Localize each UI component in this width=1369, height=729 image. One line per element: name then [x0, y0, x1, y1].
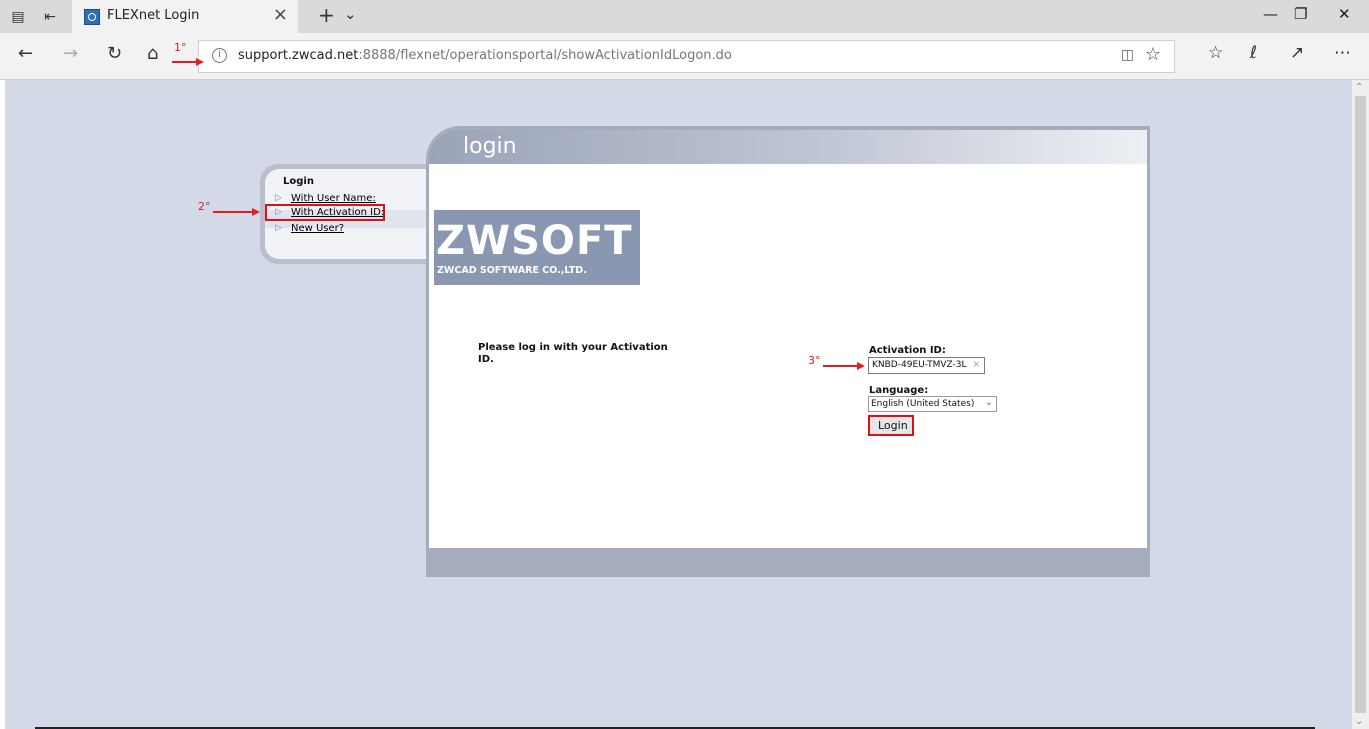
language-label: Language: [869, 385, 929, 396]
annotation-arrow-1-line [172, 61, 196, 63]
url-text[interactable]: support.zwcad.net:8888/flexnet/operation… [238, 48, 732, 63]
address-bar[interactable]: i support.zwcad.net:8888/flexnet/operati… [198, 40, 1175, 73]
login-panel-title: login [463, 134, 517, 159]
back-arrow-icon[interactable]: ← [18, 43, 33, 64]
navigation-bar: ← → ↻ ⌂ i support.zwcad.net:8888/flexnet… [0, 33, 1369, 80]
browser-tab[interactable]: FLEXnet Login × [72, 0, 298, 33]
restore-icon[interactable]: ❐ [1294, 5, 1307, 23]
clear-icon[interactable]: × [972, 358, 980, 373]
new-tab-icon[interactable]: + [318, 3, 335, 27]
close-tab-icon[interactable]: × [273, 4, 288, 25]
logo-wordmark: ZWSOFT [436, 218, 633, 264]
arrow-right-icon: ▷ [275, 223, 282, 233]
reading-view-icon[interactable]: ◫ [1121, 47, 1134, 63]
pen-icon[interactable]: ℓ [1250, 43, 1257, 63]
annotation-box-step-2 [265, 204, 385, 221]
scrollbar[interactable]: ⌃ ⌄ [1352, 80, 1369, 729]
share-icon[interactable]: ↗ [1290, 43, 1304, 63]
scroll-down-icon[interactable]: ⌄ [1355, 716, 1363, 727]
annotation-arrow-1-head [196, 58, 204, 66]
flexnet-favicon [84, 9, 100, 25]
annotation-arrow-3-line [823, 365, 858, 367]
annotation-arrow-2-line [213, 211, 253, 213]
home-icon[interactable]: ⌂ [147, 43, 158, 64]
activation-id-label: Activation ID: [869, 345, 946, 356]
zwsoft-logo: ZWSOFT ZWCAD SOFTWARE CO.,LTD. [434, 210, 640, 285]
forward-arrow-icon[interactable]: → [63, 43, 78, 64]
tab-actions-icon[interactable]: ▤ [8, 7, 28, 27]
set-aside-tabs-icon[interactable]: ⇤ [40, 7, 60, 27]
refresh-icon[interactable]: ↻ [107, 43, 122, 64]
annotation-arrow-3-head [857, 362, 865, 370]
language-select[interactable]: English (United States) ⌄ [868, 396, 997, 412]
star-icon[interactable]: ☆ [1145, 44, 1161, 65]
login-button-label: Login [878, 419, 908, 432]
logo-subtitle: ZWCAD SOFTWARE CO.,LTD. [437, 265, 587, 276]
left-edge [0, 80, 5, 729]
title-bar: ▤ ⇤ FLEXnet Login × + ⌄ — ❐ ✕ [0, 0, 1369, 33]
info-icon[interactable]: i [212, 48, 227, 63]
language-value: English (United States) [871, 399, 975, 409]
login-panel-header: login [429, 130, 1147, 164]
ellipsis-icon[interactable]: ⋯ [1334, 43, 1351, 63]
minimize-icon[interactable]: — [1263, 5, 1278, 23]
tab-title: FLEXnet Login [107, 8, 200, 23]
scroll-up-icon[interactable]: ⌃ [1355, 82, 1363, 93]
close-window-icon[interactable]: ✕ [1338, 5, 1351, 23]
annotation-step-2: 2° [198, 200, 211, 213]
annotation-step-1: 1° [174, 41, 187, 54]
activation-id-value: KNBD-49EU-TMVZ-3L [872, 360, 967, 370]
chevron-down-icon[interactable]: ⌄ [344, 5, 357, 23]
login-prompt: Please log in with your Activation ID. [478, 342, 668, 365]
nav-link-new-user[interactable]: ▷ New User? [275, 223, 427, 237]
annotation-arrow-2-head [252, 208, 260, 216]
scroll-thumb[interactable] [1355, 96, 1366, 713]
activation-id-input[interactable]: KNBD-49EU-TMVZ-3L × [868, 357, 985, 374]
login-button[interactable]: Login [868, 415, 914, 436]
annotation-step-3: 3° [808, 354, 821, 367]
favorites-list-icon[interactable]: ☆ [1208, 43, 1223, 63]
chevron-down-icon: ⌄ [984, 397, 993, 408]
login-nav-heading: Login [283, 176, 314, 187]
arrow-right-icon: ▷ [275, 193, 282, 203]
